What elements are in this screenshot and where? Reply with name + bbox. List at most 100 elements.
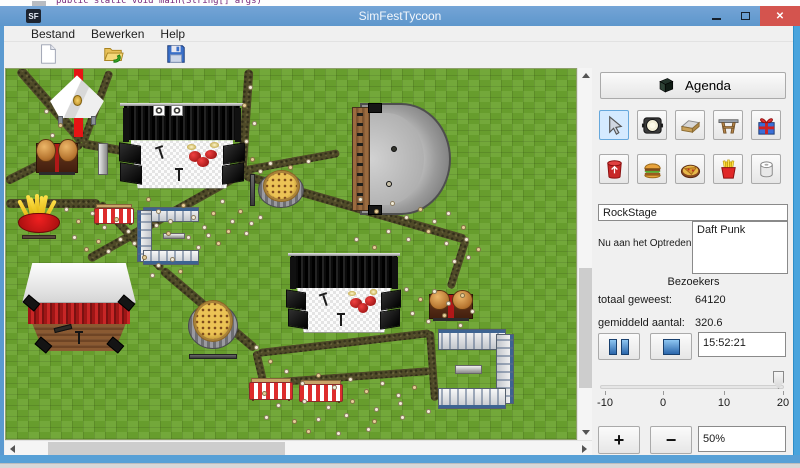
burger-stand[interactable] [429, 289, 473, 321]
visitor-dot [178, 269, 183, 274]
tool-stage-button[interactable] [675, 110, 705, 140]
fries-stand[interactable] [14, 197, 64, 239]
agenda-label: Agenda [685, 78, 731, 93]
toilet-block[interactable] [438, 329, 514, 409]
visitor-dot [406, 237, 411, 242]
burger-stand[interactable] [36, 137, 78, 175]
menu-bar: Bestand Bewerken Help [4, 26, 796, 42]
window-border [0, 26, 4, 456]
map-viewport[interactable] [5, 68, 577, 440]
visitor-dot [191, 215, 196, 220]
tool-select-button[interactable] [599, 110, 629, 140]
open-icon [102, 43, 124, 65]
striped-stand[interactable] [249, 377, 293, 401]
open-file-button[interactable] [99, 43, 127, 65]
visitor-dot [432, 289, 437, 294]
visitor-dot [461, 225, 466, 230]
total-visitors-value: 64120 [695, 294, 726, 306]
visitor-dot [206, 233, 211, 238]
visitor-dot [374, 209, 379, 214]
tool-gift-button[interactable] [751, 110, 781, 140]
visitor-dot [242, 103, 247, 108]
visitor-dot [366, 427, 371, 432]
tool-spotlight-button[interactable] [637, 110, 667, 140]
bench[interactable] [98, 143, 108, 175]
tool-toilet-button[interactable] [751, 154, 781, 184]
visitor-dot [410, 311, 415, 316]
pause-button[interactable] [598, 333, 640, 360]
desktop: public static void main(String[] args) S… [0, 0, 800, 468]
stage-light[interactable] [171, 105, 183, 116]
visitor-dot [350, 399, 355, 404]
visitor-dot [336, 431, 341, 436]
visitor-dot [118, 237, 123, 242]
visitor-dot [288, 165, 293, 170]
visitor-dot [114, 217, 119, 222]
now-performing-list[interactable]: Daft Punk [692, 221, 788, 274]
title-bar[interactable]: SF SimFestTycoon ✕ [0, 6, 800, 26]
vertical-scrollbar[interactable] [577, 68, 592, 440]
visitor-dot [264, 415, 269, 420]
visitor-dot [390, 201, 395, 206]
burger-icon [641, 158, 664, 181]
menu-bestand[interactable]: Bestand [26, 27, 80, 41]
speed-slider-track[interactable] [600, 385, 784, 389]
visitor-dot [348, 377, 353, 382]
entrance-tent[interactable] [49, 73, 105, 131]
scroll-up-button[interactable] [578, 68, 593, 83]
close-button[interactable]: ✕ [760, 6, 800, 26]
zoom-in-button[interactable]: + [598, 426, 640, 454]
agenda-button[interactable]: Agenda [600, 72, 786, 99]
visitor-dot [166, 231, 171, 236]
scroll-left-button[interactable] [5, 441, 20, 456]
visitor-dot [252, 121, 257, 126]
tool-fries-button[interactable] [713, 154, 743, 184]
horizontal-scroll-thumb[interactable] [48, 442, 285, 456]
visitor-dot [142, 255, 147, 260]
visitors-header: Bezoekers [595, 276, 792, 288]
minimize-button[interactable] [702, 6, 731, 26]
rock-stage[interactable] [116, 103, 248, 193]
visitor-dot [238, 209, 243, 214]
scroll-right-button[interactable] [577, 441, 592, 456]
barn-stage[interactable] [22, 263, 136, 351]
maximize-button[interactable] [731, 6, 760, 26]
menu-help[interactable]: Help [155, 27, 190, 41]
visitor-dot [358, 197, 363, 202]
scroll-down-button[interactable] [578, 425, 593, 440]
pizza-stand[interactable] [186, 299, 240, 359]
second-stage[interactable] [284, 253, 404, 337]
visitor-dot [344, 413, 349, 418]
stage-light[interactable] [153, 105, 165, 116]
visitor-dot [470, 309, 475, 314]
slider-tick [724, 391, 725, 395]
visitor-dot [249, 221, 254, 226]
horizontal-scrollbar[interactable] [5, 440, 592, 456]
tool-pizza-button[interactable] [675, 154, 705, 184]
save-file-button[interactable] [162, 43, 190, 65]
visitor-dot [156, 209, 161, 214]
visitor-dot [202, 225, 207, 230]
tool-scaffold-button[interactable] [713, 110, 743, 140]
visitor-dot [412, 385, 417, 390]
new-file-button[interactable] [34, 43, 62, 65]
pizza-stand[interactable] [256, 169, 306, 215]
tool-burger-button[interactable] [637, 154, 667, 184]
vertical-scroll-thumb[interactable] [579, 268, 592, 388]
tool-trash-button[interactable] [599, 154, 629, 184]
visitor-dot [211, 211, 216, 216]
visitor-dot [258, 169, 263, 174]
stop-button[interactable] [650, 333, 692, 360]
visitor-dot [404, 215, 409, 220]
visitor-dot [404, 287, 409, 292]
visitor-dot [316, 417, 321, 422]
visitor-dot [372, 245, 377, 250]
striped-stand[interactable] [94, 203, 134, 225]
menu-bewerken[interactable]: Bewerken [86, 27, 149, 41]
zoom-out-button[interactable]: − [650, 426, 692, 454]
average-visitors-value: 320.6 [695, 317, 723, 329]
visitor-dot [302, 399, 307, 404]
visitor-dot [372, 419, 377, 424]
stage-name-input[interactable]: RockStage [598, 204, 788, 221]
window-title: SimFestTycoon [0, 9, 800, 23]
